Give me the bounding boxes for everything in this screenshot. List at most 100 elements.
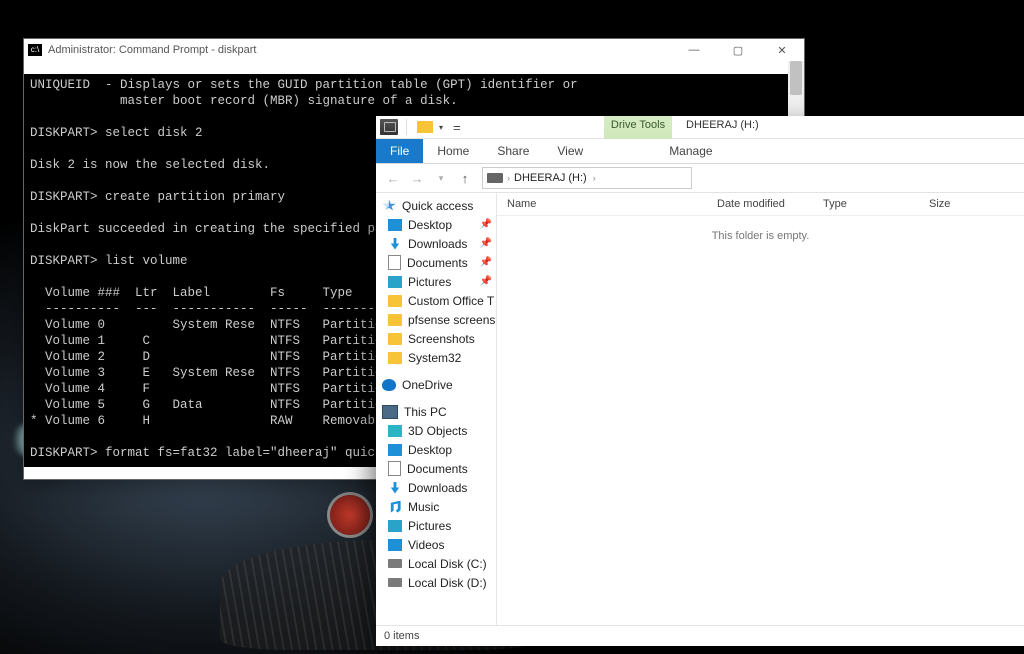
sidebar-item-music[interactable]: Music xyxy=(376,497,496,516)
downloads-icon xyxy=(388,482,402,494)
sidebar-item-3d-objects[interactable]: 3D Objects xyxy=(376,421,496,440)
system-menu-icon[interactable] xyxy=(380,119,398,135)
sidebar-item-pc-desktop[interactable]: Desktop xyxy=(376,440,496,459)
sidebar-item-documents[interactable]: Documents 📌 xyxy=(376,253,496,272)
folder-icon xyxy=(388,314,402,326)
tab-manage[interactable]: Manage xyxy=(655,139,726,163)
cmd-titlebar[interactable]: c:\ Administrator: Command Prompt - disk… xyxy=(24,39,804,61)
status-bar: 0 items xyxy=(376,625,1024,646)
explorer-body: Quick access Desktop 📌 Downloads 📌 Documen… xyxy=(376,192,1024,626)
sidebar-item-label: Documents xyxy=(407,256,468,270)
sidebar-item-screenshots[interactable]: Screenshots xyxy=(376,329,496,348)
folder-icon[interactable] xyxy=(417,121,433,133)
address-bar[interactable]: › DHEERAJ (H:) › xyxy=(482,167,692,189)
sidebar-item-label: Music xyxy=(408,500,439,514)
recent-locations-button[interactable]: ▾ xyxy=(430,167,452,189)
address-text: DHEERAJ (H:) xyxy=(514,172,587,184)
sidebar-item-local-disk-c[interactable]: Local Disk (C:) xyxy=(376,554,496,573)
sidebar-item-label: Desktop xyxy=(408,443,452,457)
status-item-count: 0 items xyxy=(384,630,419,642)
chevron-right-icon: › xyxy=(593,173,596,183)
empty-folder-message: This folder is empty. xyxy=(497,230,1024,242)
sidebar-item-pictures[interactable]: Pictures📌 xyxy=(376,272,496,291)
drive-icon xyxy=(487,173,503,183)
pin-icon: 📌 xyxy=(480,219,492,230)
sidebar-this-pc[interactable]: This PC xyxy=(376,402,496,421)
column-date[interactable]: Date modified xyxy=(707,198,813,210)
cmd-icon: c:\ xyxy=(28,44,42,56)
sidebar-item-label: Downloads xyxy=(408,481,467,495)
cmd-scrollbar-thumb[interactable] xyxy=(790,61,802,95)
sidebar-item-label: Custom Office T xyxy=(408,294,494,308)
maximize-button[interactable]: ▢ xyxy=(716,40,760,60)
tab-view[interactable]: View xyxy=(543,139,597,163)
tab-home[interactable]: Home xyxy=(423,139,483,163)
column-name[interactable]: Name xyxy=(497,198,707,210)
folder-icon xyxy=(388,333,402,345)
tab-spacer xyxy=(597,139,655,163)
drive-tools-label: Drive Tools xyxy=(604,119,672,131)
sidebar-item-label: Downloads xyxy=(408,237,467,251)
sidebar-item-label: System32 xyxy=(408,351,461,365)
sidebar-item-label: Desktop xyxy=(408,218,452,232)
sidebar-item-label: pfsense screensh xyxy=(408,313,496,327)
qat-customize-icon[interactable]: = xyxy=(453,120,461,135)
column-type[interactable]: Type xyxy=(813,198,919,210)
tab-share[interactable]: Share xyxy=(483,139,543,163)
sidebar-item-label: Pictures xyxy=(408,519,451,533)
sidebar-item-local-disk-d[interactable]: Local Disk (D:) xyxy=(376,573,496,592)
folder-icon xyxy=(388,295,402,307)
chevron-down-icon[interactable]: ▾ xyxy=(439,123,443,132)
3d-objects-icon xyxy=(388,425,402,437)
pin-icon: 📌 xyxy=(480,257,492,268)
sidebar-item-pc-downloads[interactable]: Downloads xyxy=(376,478,496,497)
sidebar-item-custom-office[interactable]: Custom Office T xyxy=(376,291,496,310)
navigation-pane[interactable]: Quick access Desktop 📌 Downloads 📌 Documen… xyxy=(376,192,497,626)
column-headers[interactable]: Name Date modified Type Size xyxy=(497,192,1024,216)
videos-icon xyxy=(388,539,402,551)
address-chevron-icon: › xyxy=(507,173,510,183)
desktop-wallpaper: c:\ Administrator: Command Prompt - disk… xyxy=(0,0,1024,654)
documents-icon xyxy=(388,461,401,476)
close-button[interactable]: ✕ xyxy=(760,40,804,60)
sidebar-item-label: OneDrive xyxy=(402,378,453,392)
tab-file[interactable]: File xyxy=(376,139,423,163)
sidebar-item-desktop[interactable]: Desktop 📌 xyxy=(376,215,496,234)
minimize-button[interactable]: — xyxy=(672,40,716,60)
sidebar-item-label: This PC xyxy=(404,405,447,419)
star-icon xyxy=(382,200,396,212)
ribbon-tabs: File Home Share View Manage xyxy=(376,139,1024,164)
explorer-window-title: DHEERAJ (H:) xyxy=(686,119,759,131)
pictures-icon xyxy=(388,276,402,288)
onedrive-icon xyxy=(382,379,396,391)
forward-button[interactable]: → xyxy=(406,167,428,189)
sidebar-item-pc-pictures[interactable]: Pictures xyxy=(376,516,496,535)
drive-icon xyxy=(388,578,402,587)
sidebar-item-label: Local Disk (D:) xyxy=(408,576,487,590)
column-size[interactable]: Size xyxy=(919,198,999,210)
documents-icon xyxy=(388,255,401,270)
pin-icon: 📌 xyxy=(480,276,492,287)
sidebar-item-system32[interactable]: System32 xyxy=(376,348,496,367)
back-button[interactable]: ← xyxy=(382,167,404,189)
sidebar-item-pfsense[interactable]: pfsense screensh xyxy=(376,310,496,329)
drive-icon xyxy=(388,559,402,568)
file-explorer-window: ▾ = Drive Tools DHEERAJ (H:) File Home S… xyxy=(376,116,1024,646)
downloads-icon xyxy=(388,238,402,250)
music-icon xyxy=(388,501,402,513)
sidebar-onedrive[interactable]: OneDrive xyxy=(376,375,496,394)
file-list-pane[interactable]: Name Date modified Type Size This folder… xyxy=(497,192,1024,626)
sidebar-item-videos[interactable]: Videos xyxy=(376,535,496,554)
sidebar-item-downloads[interactable]: Downloads 📌 xyxy=(376,234,496,253)
qat-divider xyxy=(406,119,407,135)
up-button[interactable]: ↑ xyxy=(454,167,476,189)
sidebar-item-pc-documents[interactable]: Documents xyxy=(376,459,496,478)
wallpaper-decor xyxy=(330,495,370,535)
sidebar-quick-access[interactable]: Quick access xyxy=(376,196,496,215)
navigation-bar: ← → ▾ ↑ › DHEERAJ (H:) › xyxy=(376,164,1024,193)
pin-icon: 📌 xyxy=(480,238,492,249)
sidebar-item-label: Quick access xyxy=(402,199,473,213)
sidebar-item-label: Documents xyxy=(407,462,468,476)
desktop-icon xyxy=(388,444,402,456)
explorer-quick-access-toolbar: ▾ = Drive Tools DHEERAJ (H:) xyxy=(376,116,1024,139)
